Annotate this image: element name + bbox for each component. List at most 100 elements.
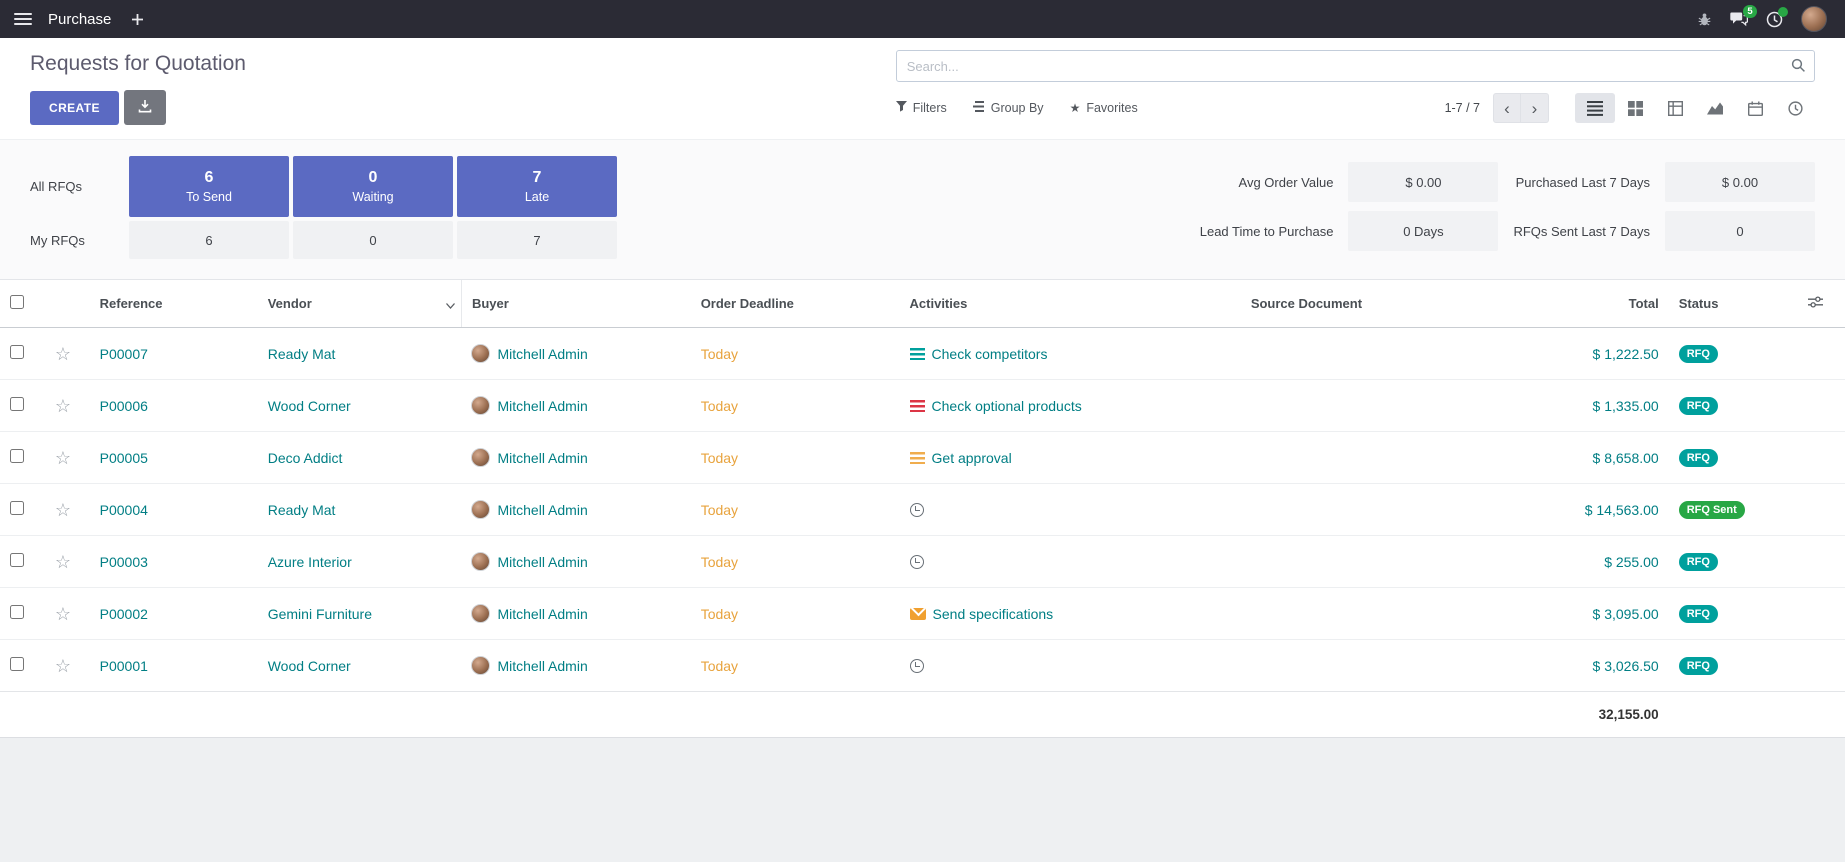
favorite-star-icon[interactable]	[55, 605, 71, 623]
messages-icon[interactable]: 5	[1730, 11, 1748, 27]
create-button[interactable]: CREATE	[30, 91, 119, 125]
buyer-link[interactable]: Mitchell Admin	[497, 606, 587, 622]
chevron-down-icon	[446, 297, 455, 312]
total-value: $ 14,563.00	[1585, 502, 1659, 518]
filters-button[interactable]: Filters	[896, 101, 947, 115]
table-row[interactable]: P00002 Gemini Furniture Mitchell Admin T…	[0, 588, 1845, 640]
activity-type-icon[interactable]	[910, 555, 924, 569]
favorite-star-icon[interactable]	[55, 553, 71, 571]
plus-icon[interactable]	[131, 13, 144, 26]
buyer-link[interactable]: Mitchell Admin	[497, 450, 587, 466]
favorite-star-icon[interactable]	[55, 657, 71, 675]
vendor-link[interactable]: Gemini Furniture	[268, 606, 372, 622]
buyer-link[interactable]: Mitchell Admin	[497, 346, 587, 362]
favorites-button[interactable]: Favorites	[1070, 101, 1138, 115]
header-activities[interactable]: Activities	[900, 280, 1241, 328]
table-row[interactable]: P00005 Deco Addict Mitchell Admin Today …	[0, 432, 1845, 484]
activity-type-icon[interactable]	[910, 608, 926, 620]
activity-link[interactable]: Send specifications	[933, 606, 1054, 622]
tile-to-send[interactable]: 6 To Send	[129, 156, 289, 217]
optional-columns-icon[interactable]	[1806, 293, 1825, 314]
activity-link[interactable]: Check competitors	[932, 346, 1048, 362]
list-view-button[interactable]	[1575, 93, 1615, 123]
table-row[interactable]: P00001 Wood Corner Mitchell Admin Today …	[0, 640, 1845, 692]
search-box	[896, 50, 1815, 82]
activity-link[interactable]: Check optional products	[932, 398, 1082, 414]
table-row[interactable]: P00004 Ready Mat Mitchell Admin Today $ …	[0, 484, 1845, 536]
row-checkbox[interactable]	[10, 449, 24, 463]
pivot-view-button[interactable]	[1655, 93, 1695, 123]
tile-waiting[interactable]: 0 Waiting	[293, 156, 453, 217]
row-checkbox[interactable]	[10, 605, 24, 619]
tile-late[interactable]: 7 Late	[457, 156, 617, 217]
header-status[interactable]: Status	[1669, 280, 1796, 328]
header-reference[interactable]: Reference	[90, 280, 258, 328]
favorite-star-icon[interactable]	[55, 449, 71, 467]
favorite-star-icon[interactable]	[55, 345, 71, 363]
export-button[interactable]	[124, 90, 166, 125]
reference-link[interactable]: P00004	[100, 502, 148, 518]
header-order-deadline[interactable]: Order Deadline	[691, 280, 900, 328]
graph-view-button[interactable]	[1695, 93, 1735, 123]
search-icon[interactable]	[1791, 58, 1806, 76]
reference-link[interactable]: P00003	[100, 554, 148, 570]
buyer-avatar	[471, 552, 490, 571]
vendor-link[interactable]: Wood Corner	[268, 658, 351, 674]
header-vendor[interactable]: Vendor	[258, 280, 462, 328]
vendor-link[interactable]: Ready Mat	[268, 346, 336, 362]
table-row[interactable]: P00007 Ready Mat Mitchell Admin Today Ch…	[0, 328, 1845, 380]
vendor-link[interactable]: Azure Interior	[268, 554, 352, 570]
activity-type-icon[interactable]	[910, 348, 925, 360]
pager-previous-button[interactable]	[1493, 93, 1521, 123]
reference-link[interactable]: P00006	[100, 398, 148, 414]
reference-link[interactable]: P00001	[100, 658, 148, 674]
vendor-link[interactable]: Wood Corner	[268, 398, 351, 414]
row-checkbox[interactable]	[10, 553, 24, 567]
buyer-link[interactable]: Mitchell Admin	[497, 658, 587, 674]
vendor-link[interactable]: Ready Mat	[268, 502, 336, 518]
header-buyer[interactable]: Buyer	[461, 280, 690, 328]
kanban-view-button[interactable]	[1615, 93, 1655, 123]
search-input[interactable]	[896, 50, 1815, 82]
activity-type-icon[interactable]	[910, 400, 925, 412]
activity-link[interactable]: Get approval	[932, 450, 1012, 466]
activity-cell: Get approval	[910, 450, 1231, 466]
header-source-document[interactable]: Source Document	[1241, 280, 1491, 328]
tile-my-to-send[interactable]: 6	[129, 221, 289, 259]
activity-type-icon[interactable]	[910, 503, 924, 517]
status-badge: RFQ	[1679, 397, 1718, 415]
header-total[interactable]: Total	[1490, 280, 1668, 328]
activity-type-icon[interactable]	[910, 659, 924, 673]
reference-link[interactable]: P00002	[100, 606, 148, 622]
row-checkbox[interactable]	[10, 397, 24, 411]
row-checkbox[interactable]	[10, 657, 24, 671]
activity-type-icon[interactable]	[910, 452, 925, 464]
tile-my-waiting[interactable]: 0	[293, 221, 453, 259]
buyer-link[interactable]: Mitchell Admin	[497, 554, 587, 570]
total-value: $ 8,658.00	[1593, 450, 1659, 466]
favorite-star-icon[interactable]	[55, 501, 71, 519]
pager-next-button[interactable]	[1521, 93, 1549, 123]
app-name[interactable]: Purchase	[48, 11, 111, 28]
reference-link[interactable]: P00005	[100, 450, 148, 466]
row-checkbox[interactable]	[10, 501, 24, 515]
activities-clock-icon[interactable]	[1766, 11, 1783, 28]
group-by-button[interactable]: Group By	[973, 101, 1044, 115]
activity-view-button[interactable]	[1775, 93, 1815, 123]
row-checkbox[interactable]	[10, 345, 24, 359]
calendar-view-button[interactable]	[1735, 93, 1775, 123]
debug-bug-icon[interactable]	[1697, 12, 1712, 27]
reference-link[interactable]: P00007	[100, 346, 148, 362]
tile-my-late[interactable]: 7	[457, 221, 617, 259]
vendor-link[interactable]: Deco Addict	[268, 450, 343, 466]
buyer-link[interactable]: Mitchell Admin	[497, 398, 587, 414]
favorite-star-icon[interactable]	[55, 397, 71, 415]
table-row[interactable]: P00006 Wood Corner Mitchell Admin Today …	[0, 380, 1845, 432]
select-all-checkbox[interactable]	[10, 295, 24, 309]
navbar-left: Purchase	[14, 10, 144, 28]
total-value: $ 1,335.00	[1593, 398, 1659, 414]
buyer-link[interactable]: Mitchell Admin	[497, 502, 587, 518]
table-row[interactable]: P00003 Azure Interior Mitchell Admin Tod…	[0, 536, 1845, 588]
apps-menu-icon[interactable]	[14, 10, 32, 28]
user-avatar[interactable]	[1801, 6, 1827, 32]
